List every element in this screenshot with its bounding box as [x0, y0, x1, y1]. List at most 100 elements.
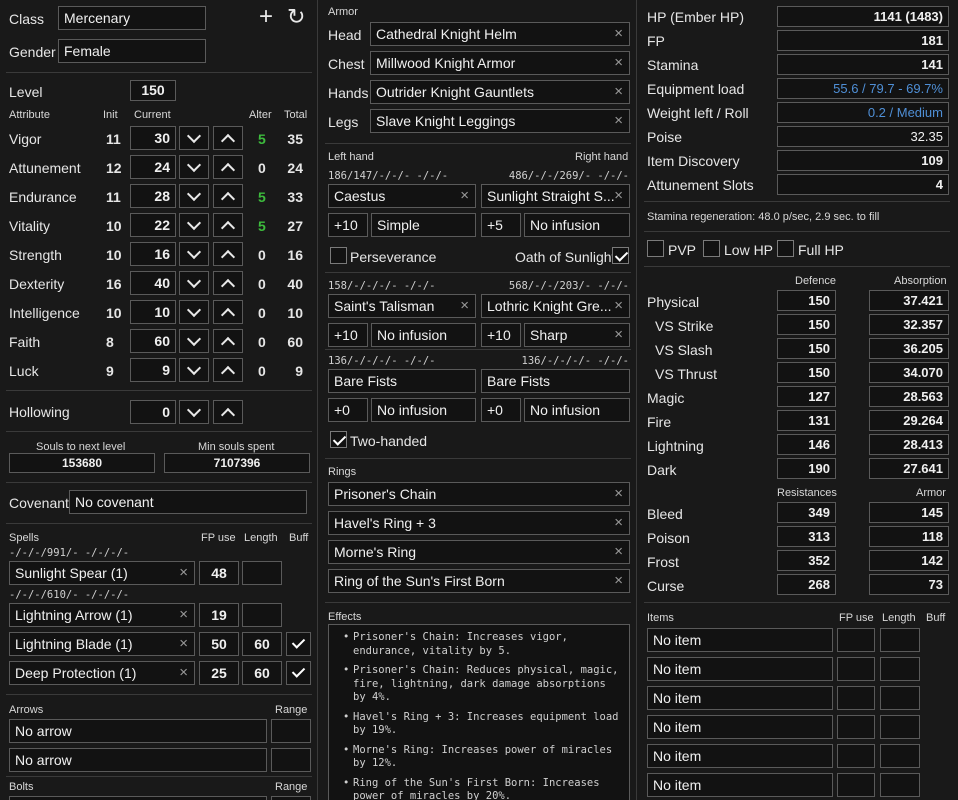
right-weapon-select[interactable]: Bare Fists — [481, 369, 630, 393]
left-infusion-select[interactable]: No infusion — [371, 323, 476, 347]
attribute-increase-button[interactable] — [213, 271, 243, 295]
item-select[interactable]: No item — [647, 744, 833, 768]
right-weapon-select[interactable]: Sunlight Straight S... × — [481, 184, 630, 208]
attribute-decrease-button[interactable] — [179, 126, 209, 150]
item-select[interactable]: No item — [647, 628, 833, 652]
ring-select[interactable]: Ring of the Sun's First Born × — [328, 569, 630, 593]
attribute-decrease-button[interactable] — [179, 155, 209, 179]
oath-of-sunlight-checkbox[interactable] — [612, 247, 629, 264]
close-icon[interactable]: × — [614, 570, 623, 592]
close-icon[interactable]: × — [614, 185, 623, 207]
toggle-checkbox[interactable] — [777, 240, 794, 257]
close-icon[interactable]: × — [614, 81, 623, 103]
armor-select[interactable]: Cathedral Knight Helm × — [370, 22, 630, 46]
attribute-current-field[interactable]: 60 — [130, 329, 176, 353]
close-icon[interactable]: × — [614, 52, 623, 74]
close-icon[interactable]: × — [614, 541, 623, 563]
ring-select[interactable]: Morne's Ring × — [328, 540, 630, 564]
bolt-select[interactable] — [9, 796, 267, 800]
gender-select[interactable]: Female — [58, 39, 206, 63]
close-icon[interactable]: × — [614, 295, 623, 317]
left-upgrade-field[interactable]: +10 — [328, 213, 368, 237]
right-infusion-select[interactable]: No infusion — [524, 213, 630, 237]
close-icon[interactable]: × — [460, 295, 469, 317]
left-weapon-select[interactable]: Bare Fists — [328, 369, 476, 393]
attribute-increase-button[interactable] — [213, 155, 243, 179]
class-select[interactable]: Mercenary — [58, 6, 206, 30]
close-icon[interactable]: × — [614, 23, 623, 45]
attribute-increase-button[interactable] — [213, 242, 243, 266]
armor-select[interactable]: Slave Knight Leggings × — [370, 109, 630, 133]
close-icon[interactable]: × — [179, 604, 188, 626]
item-select[interactable]: No item — [647, 715, 833, 739]
spell-select[interactable]: Sunlight Spear (1) × — [9, 561, 195, 585]
attribute-current-field[interactable]: 9 — [130, 358, 176, 382]
item-select[interactable]: No item — [647, 773, 833, 797]
attribute-increase-button[interactable] — [213, 184, 243, 208]
close-icon[interactable]: × — [179, 633, 188, 655]
attribute-increase-button[interactable] — [213, 358, 243, 382]
ring-select[interactable]: Prisoner's Chain × — [328, 482, 630, 506]
close-icon[interactable]: × — [614, 512, 623, 534]
attribute-decrease-button[interactable] — [179, 271, 209, 295]
ring-select[interactable]: Havel's Ring + 3 × — [328, 511, 630, 535]
left-upgrade-field[interactable]: +10 — [328, 323, 368, 347]
right-upgrade-field[interactable]: +0 — [481, 398, 521, 422]
left-infusion-select[interactable]: No infusion — [371, 398, 476, 422]
attribute-current-field[interactable]: 24 — [130, 155, 176, 179]
right-infusion-select[interactable]: Sharp × — [524, 323, 630, 347]
armor-select[interactable]: Outrider Knight Gauntlets × — [370, 80, 630, 104]
arrow-select[interactable]: No arrow — [9, 748, 267, 772]
close-icon[interactable]: × — [614, 110, 623, 132]
right-upgrade-field[interactable]: +5 — [481, 213, 521, 237]
arrow-select[interactable]: No arrow — [9, 719, 267, 743]
close-icon[interactable]: × — [179, 562, 188, 584]
add-icon[interactable]: + — [259, 5, 273, 29]
spell-select[interactable]: Deep Protection (1) × — [9, 661, 195, 685]
attribute-decrease-button[interactable] — [179, 358, 209, 382]
item-select[interactable]: No item — [647, 686, 833, 710]
right-upgrade-field[interactable]: +10 — [481, 323, 521, 347]
armor-select[interactable]: Millwood Knight Armor × — [370, 51, 630, 75]
toggle-checkbox[interactable] — [647, 240, 664, 257]
close-icon[interactable]: × — [614, 324, 623, 346]
spell-select[interactable]: Lightning Arrow (1) × — [9, 603, 195, 627]
attribute-decrease-button[interactable] — [179, 242, 209, 266]
left-weapon-select[interactable]: Saint's Talisman × — [328, 294, 476, 318]
hollowing-field[interactable]: 0 — [130, 400, 176, 424]
attribute-current-field[interactable]: 10 — [130, 300, 176, 324]
attribute-current-field[interactable]: 22 — [130, 213, 176, 237]
attribute-increase-button[interactable] — [213, 329, 243, 353]
close-icon[interactable]: × — [460, 185, 469, 207]
attribute-decrease-button[interactable] — [179, 184, 209, 208]
right-weapon-select[interactable]: Lothric Knight Gre... × — [481, 294, 630, 318]
attribute-decrease-button[interactable] — [179, 329, 209, 353]
right-infusion-select[interactable]: No infusion — [524, 398, 630, 422]
item-select[interactable]: No item — [647, 657, 833, 681]
hollowing-decrease-button[interactable] — [179, 400, 209, 424]
attribute-current-field[interactable]: 16 — [130, 242, 176, 266]
hollowing-increase-button[interactable] — [213, 400, 243, 424]
toggle-checkbox[interactable] — [703, 240, 720, 257]
attribute-decrease-button[interactable] — [179, 213, 209, 237]
spell-buff-toggle[interactable] — [286, 661, 311, 685]
covenant-select[interactable]: No covenant — [69, 490, 307, 514]
spell-select[interactable]: Lightning Blade (1) × — [9, 632, 195, 656]
attribute-increase-button[interactable] — [213, 213, 243, 237]
attribute-current-field[interactable]: 28 — [130, 184, 176, 208]
left-infusion-select[interactable]: Simple — [371, 213, 476, 237]
attribute-increase-button[interactable] — [213, 300, 243, 324]
attribute-decrease-button[interactable] — [179, 300, 209, 324]
close-icon[interactable]: × — [614, 483, 623, 505]
attribute-increase-button[interactable] — [213, 126, 243, 150]
attribute-current-field[interactable]: 30 — [130, 126, 176, 150]
left-upgrade-field[interactable]: +0 — [328, 398, 368, 422]
refresh-icon[interactable]: ↻ — [287, 5, 305, 29]
close-icon[interactable]: × — [179, 662, 188, 684]
attribute-current-field[interactable]: 40 — [130, 271, 176, 295]
spell-buff-toggle[interactable] — [286, 632, 311, 656]
perseverance-checkbox[interactable] — [330, 247, 347, 264]
two-handed-checkbox[interactable] — [330, 431, 347, 448]
left-weapon-select[interactable]: Caestus × — [328, 184, 476, 208]
level-field[interactable]: 150 — [130, 80, 176, 101]
